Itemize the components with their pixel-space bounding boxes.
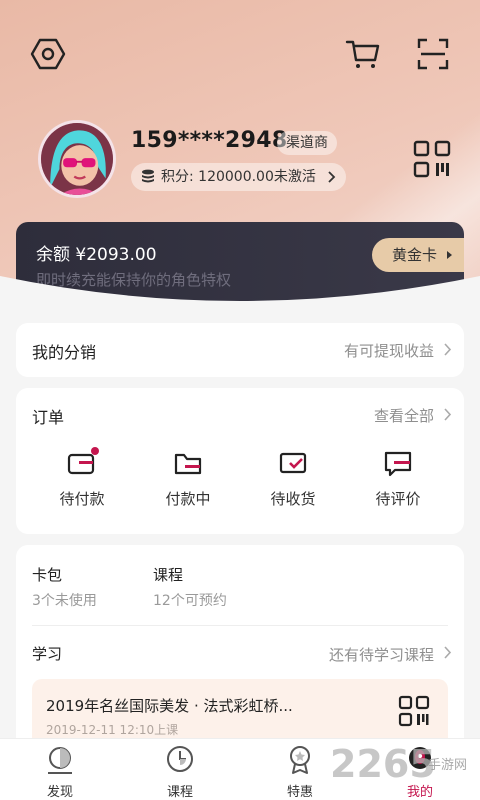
tab-discover[interactable]: 发现 bbox=[0, 739, 120, 800]
chevron-right-icon bbox=[328, 171, 336, 183]
folder-wallet-icon bbox=[174, 453, 202, 475]
qr-code-icon[interactable] bbox=[413, 140, 451, 178]
course-title: 2019年名丝国际美发 · 法式彩虹桥... bbox=[46, 697, 293, 715]
tab-label: 课程 bbox=[166, 785, 193, 800]
course-time: 2019-12-11 12:10上课 bbox=[46, 723, 179, 737]
tab-courses[interactable]: 课程 bbox=[120, 739, 240, 800]
membership-level-button[interactable]: 黄金卡 bbox=[372, 238, 464, 272]
order-label: 待评价 bbox=[375, 490, 421, 508]
qr-code-icon[interactable] bbox=[398, 695, 430, 727]
balance-amount: 余额 ¥2093.00 bbox=[36, 245, 157, 265]
caret-right-icon bbox=[447, 251, 452, 259]
coins-icon bbox=[142, 169, 154, 183]
tab-label: 发现 bbox=[46, 785, 73, 800]
discover-icon bbox=[48, 747, 72, 774]
chevron-right-icon bbox=[444, 646, 452, 659]
orders-card: 订单 查看全部 待付款 付款中 待收货 待评价 bbox=[16, 388, 464, 534]
order-paying[interactable]: 付款中 bbox=[148, 446, 228, 509]
watermark: 2265 手游网 bbox=[330, 742, 480, 798]
user-role-badge: 渠道商 bbox=[277, 131, 337, 155]
comment-icon bbox=[384, 451, 412, 477]
receive-icon bbox=[279, 452, 307, 474]
watermark-number: 2265 bbox=[330, 742, 436, 786]
chevron-right-icon bbox=[444, 343, 452, 356]
watermark-text: 手游网 bbox=[428, 758, 468, 773]
study-action[interactable]: 还有待学习课程 bbox=[329, 644, 434, 665]
divider bbox=[32, 625, 448, 626]
order-label: 付款中 bbox=[165, 490, 211, 508]
order-label: 待收货 bbox=[270, 490, 316, 508]
clock-icon bbox=[167, 746, 193, 772]
distribution-row[interactable]: 我的分销 有可提现收益 bbox=[16, 323, 464, 377]
scan-icon[interactable] bbox=[413, 34, 453, 74]
courses-sub: 12个可预约 bbox=[153, 593, 227, 609]
settings-icon[interactable] bbox=[28, 34, 68, 74]
order-to-receive[interactable]: 待收货 bbox=[253, 446, 333, 509]
card-pack-title[interactable]: 卡包 bbox=[32, 564, 62, 585]
orders-view-all[interactable]: 查看全部 bbox=[374, 405, 434, 426]
orders-title: 订单 bbox=[32, 408, 65, 427]
study-title: 学习 bbox=[32, 645, 63, 663]
chevron-right-icon bbox=[444, 408, 452, 421]
order-pending-payment[interactable]: 待付款 bbox=[42, 446, 122, 509]
assets-card: 卡包 3个未使用 课程 12个可预约 学习 还有待学习课程 2019年名丝国际美… bbox=[16, 545, 464, 750]
wallet-icon bbox=[67, 447, 99, 475]
points-pill[interactable]: 积分: 120000.00未激活 bbox=[131, 163, 346, 191]
card-pack-sub: 3个未使用 bbox=[32, 593, 97, 609]
order-to-review[interactable]: 待评价 bbox=[358, 446, 438, 509]
points-text: 积分: 120000.00未激活 bbox=[161, 169, 316, 185]
courses-title[interactable]: 课程 bbox=[153, 564, 183, 585]
user-phone: 159****2948 bbox=[131, 128, 288, 153]
order-label: 待付款 bbox=[59, 490, 105, 508]
avatar[interactable] bbox=[38, 120, 116, 198]
distribution-title: 我的分销 bbox=[32, 343, 97, 362]
membership-level-label: 黄金卡 bbox=[392, 246, 438, 264]
medal-icon bbox=[290, 746, 310, 774]
distribution-action: 有可提现收益 bbox=[343, 342, 434, 360]
cart-icon[interactable] bbox=[343, 34, 383, 74]
